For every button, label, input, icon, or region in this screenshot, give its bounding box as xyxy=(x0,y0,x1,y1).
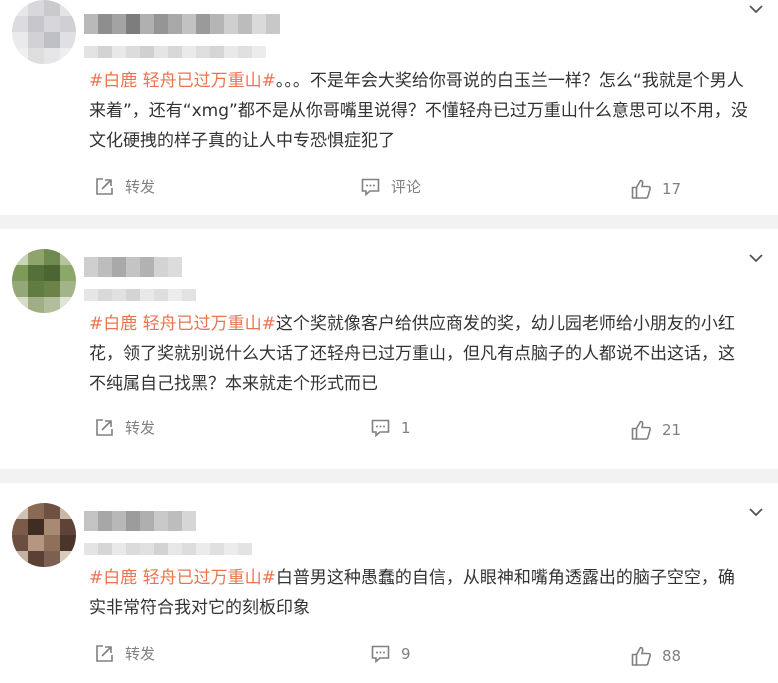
chevron-down-icon[interactable] xyxy=(748,504,764,520)
comment-label: 评论 xyxy=(391,178,422,196)
comment-button[interactable]: 1 xyxy=(370,417,411,438)
post-actions: 转发 评论 17 xyxy=(0,174,778,204)
post-separator xyxy=(0,469,778,483)
like-button[interactable]: 21 xyxy=(630,419,681,441)
chevron-down-icon[interactable] xyxy=(748,1,764,17)
comment-count: 9 xyxy=(401,644,411,663)
forward-label: 转发 xyxy=(125,419,156,437)
post-separator xyxy=(0,215,778,229)
forward-label: 转发 xyxy=(125,178,156,196)
like-icon xyxy=(631,646,651,666)
username-blurred[interactable] xyxy=(84,14,280,34)
post-meta-blurred xyxy=(84,543,252,555)
avatar[interactable] xyxy=(12,249,76,313)
comment-count: 1 xyxy=(401,418,411,437)
forward-label: 转发 xyxy=(125,645,156,663)
forward-button[interactable]: 转发 xyxy=(94,643,155,664)
like-count: 88 xyxy=(662,647,682,665)
like-count: 17 xyxy=(662,180,682,198)
comment-icon xyxy=(361,178,380,197)
forward-button[interactable]: 转发 xyxy=(94,417,155,438)
hashtag-link[interactable]: #白鹿 轻舟已过万重山# xyxy=(89,314,276,334)
forward-icon xyxy=(96,645,113,662)
comment-icon xyxy=(371,645,390,664)
forward-icon xyxy=(96,419,113,436)
post-actions: 转发 1 21 xyxy=(0,415,778,445)
username-blurred[interactable] xyxy=(84,257,182,277)
comment-button[interactable]: 9 xyxy=(370,643,411,664)
post-meta-blurred xyxy=(84,289,196,301)
comment-icon xyxy=(371,419,390,438)
comment-button[interactable]: 评论 xyxy=(360,176,421,197)
hashtag-link[interactable]: #白鹿 轻舟已过万重山# xyxy=(89,568,276,588)
like-button[interactable]: 88 xyxy=(630,645,681,667)
post-content: #白鹿 轻舟已过万重山#这个奖就像客户给供应商发的奖，幼儿园老师给小朋友的小红花… xyxy=(89,309,750,399)
post-content: #白鹿 轻舟已过万重山#。。。不是年会大奖给你哥说的白玉兰一样？怎么“我就是个男… xyxy=(89,66,750,156)
forward-icon xyxy=(96,178,113,195)
like-icon xyxy=(631,420,651,440)
like-button[interactable]: 17 xyxy=(630,178,681,200)
forward-button[interactable]: 转发 xyxy=(94,176,155,197)
like-count: 21 xyxy=(662,421,682,439)
username-blurred[interactable] xyxy=(84,511,196,531)
post-content: #白鹿 轻舟已过万重山#白普男这种愚蠢的自信，从眼神和嘴角透露出的脑子空空，确实… xyxy=(89,563,750,623)
hashtag-link[interactable]: #白鹿 轻舟已过万重山# xyxy=(89,71,276,91)
post-actions: 转发 9 88 xyxy=(0,641,778,671)
post-meta-blurred xyxy=(84,46,266,58)
avatar[interactable] xyxy=(12,503,76,567)
post-3: #白鹿 轻舟已过万重山#白普男这种愚蠢的自信，从眼神和嘴角透露出的脑子空空，确实… xyxy=(0,483,778,683)
post-2: #白鹿 轻舟已过万重山#这个奖就像客户给供应商发的奖，幼儿园老师给小朋友的小红花… xyxy=(0,229,778,469)
like-icon xyxy=(631,179,651,199)
avatar[interactable] xyxy=(12,0,76,64)
post-1: #白鹿 轻舟已过万重山#。。。不是年会大奖给你哥说的白玉兰一样？怎么“我就是个男… xyxy=(0,0,778,215)
chevron-down-icon[interactable] xyxy=(748,250,764,266)
